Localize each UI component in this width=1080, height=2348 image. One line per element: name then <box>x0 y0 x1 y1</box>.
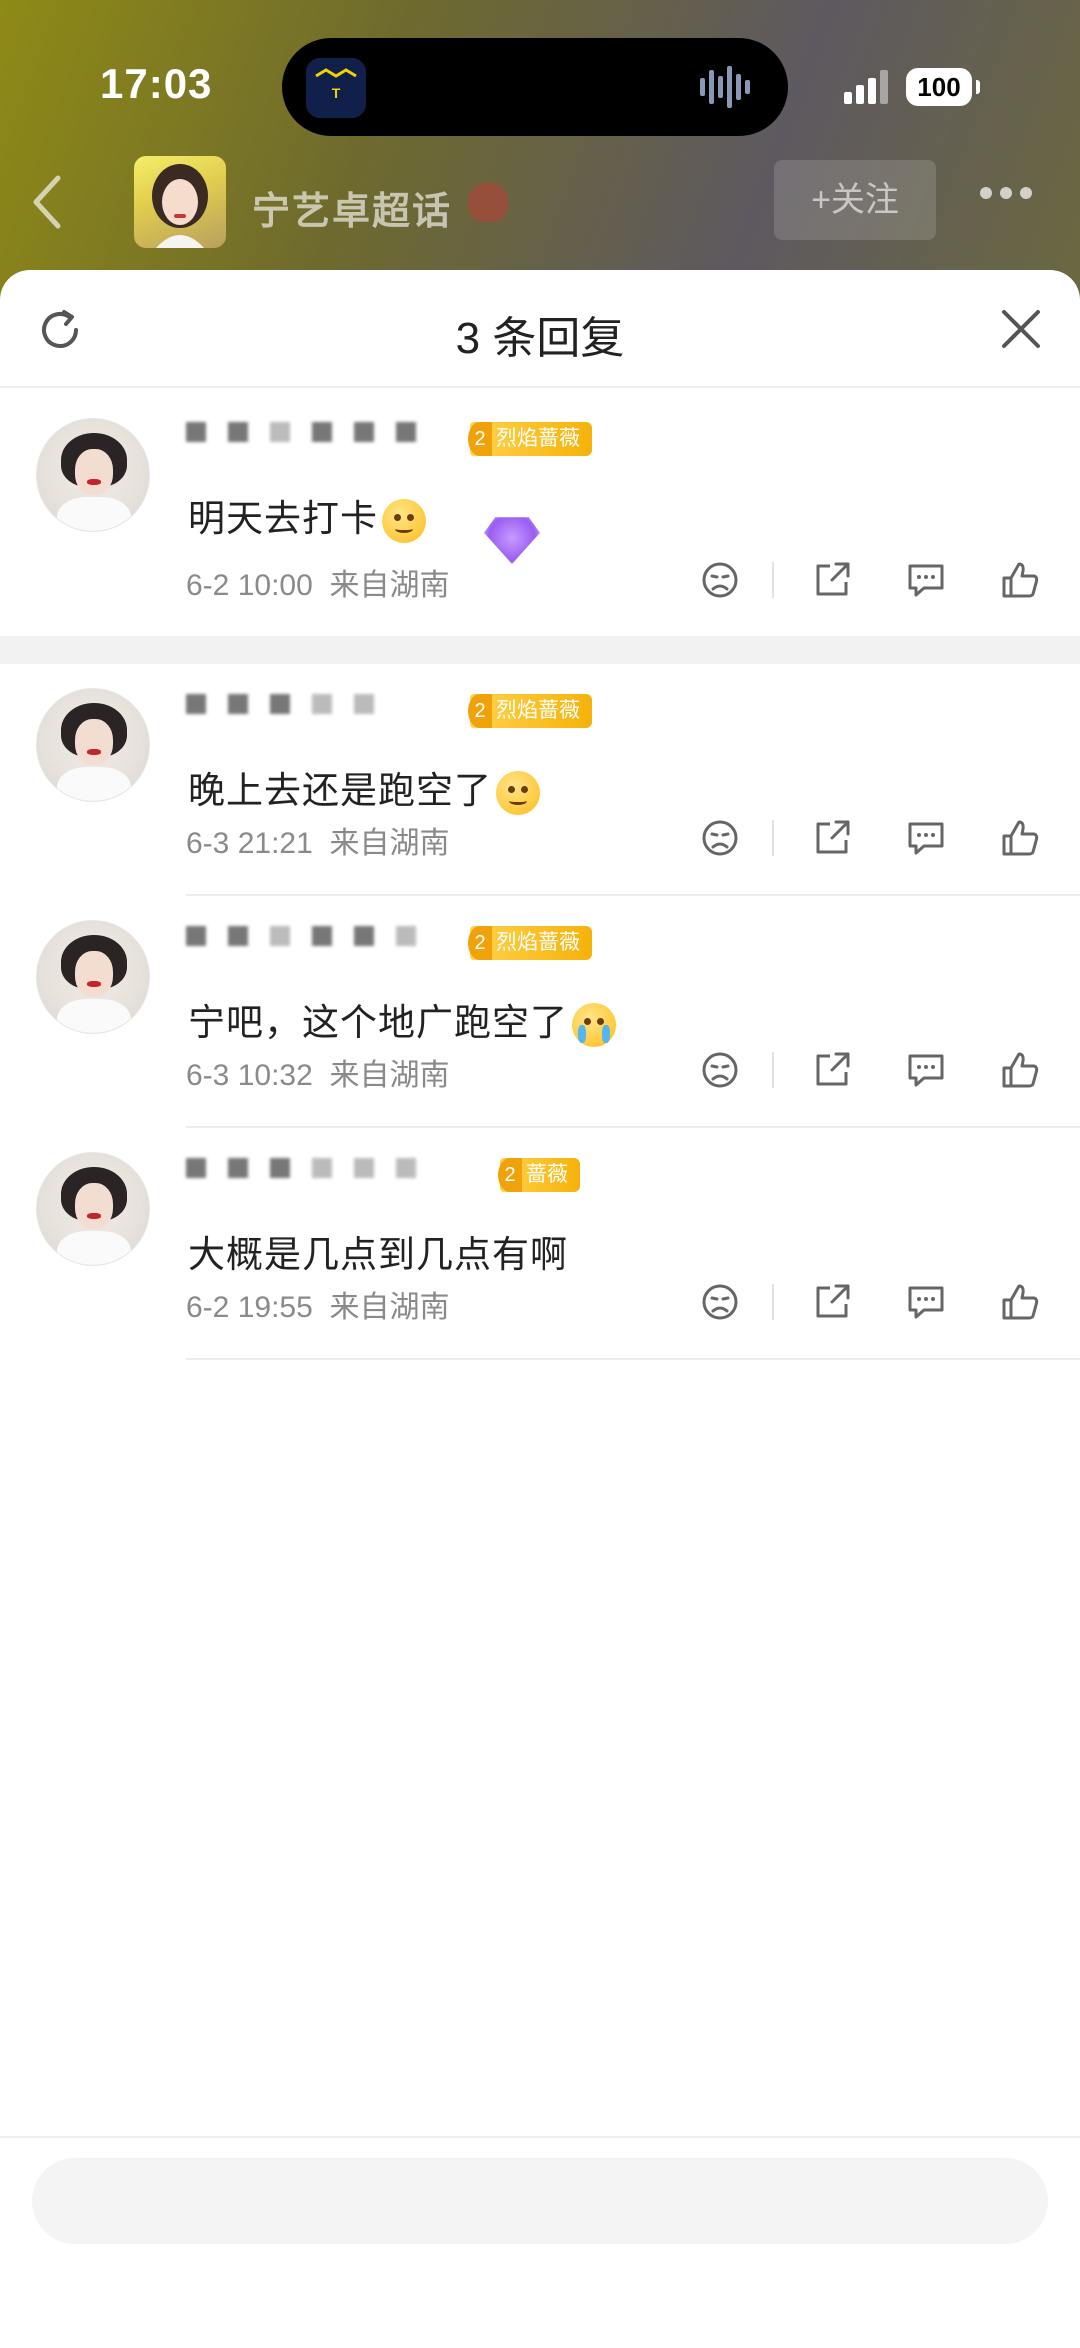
comment-icon[interactable] <box>902 1278 950 1326</box>
reply-input-bar <box>0 2136 1080 2348</box>
reply-text-content: 宁吧，这个地广跑空了 <box>188 1002 568 1043</box>
section-gap <box>0 636 1080 664</box>
reply-text: 晚上去还是跑空了 <box>188 760 540 816</box>
reply-time: 6-2 10:00 <box>186 569 313 602</box>
dislike-icon[interactable] <box>696 1278 744 1326</box>
crying-emoji <box>572 1003 616 1048</box>
reply-text-content: 明天去打卡 <box>188 498 378 539</box>
status-bar: 17:03 T 100 <box>0 0 1080 160</box>
comment-icon[interactable] <box>902 814 950 862</box>
share-icon[interactable] <box>808 556 856 604</box>
gem-sticker-icon <box>484 517 540 564</box>
avatar[interactable] <box>36 688 150 802</box>
status-time: 17:03 <box>100 60 213 107</box>
reply-time: 6-3 10:32 <box>186 1059 313 1092</box>
reply-item[interactable]: 烈焰蔷薇 明天去打卡 6-2 10:00 来自湖南 <box>0 388 1080 606</box>
divider <box>772 1052 774 1088</box>
avatar[interactable] <box>36 920 150 1034</box>
reply-item[interactable]: 蔷薇 大概是几点到几点有啊 6-2 19:55 来自湖南 <box>0 1128 1080 1360</box>
replies-sheet: 3 条回复 烈焰蔷薇 明天去打卡 6-2 10:00 来自湖南 烈焰蔷薇 <box>0 270 1080 2348</box>
back-button[interactable] <box>24 170 72 234</box>
svg-text:T: T <box>332 85 341 101</box>
dynamic-island: T <box>282 38 788 136</box>
topic-level-icon <box>468 182 508 222</box>
username-redacted[interactable] <box>186 926 446 962</box>
dislike-icon[interactable] <box>696 814 744 862</box>
more-dots-icon[interactable] <box>980 186 1044 216</box>
reply-item[interactable]: 烈焰蔷薇 晚上去还是跑空了 6-3 21:21 来自湖南 <box>0 664 1080 896</box>
reply-actions <box>690 1278 1050 1328</box>
reply-text-content: 晚上去还是跑空了 <box>188 770 492 811</box>
reply-text: 大概是几点到几点有啊 <box>188 1224 568 1278</box>
app-logo-icon: T <box>306 58 366 118</box>
battery-indicator: 100 <box>906 68 980 106</box>
fan-badge: 烈焰蔷薇 <box>468 694 592 728</box>
topic-title[interactable]: 宁艺卓超话 <box>252 180 452 235</box>
share-icon[interactable] <box>808 814 856 862</box>
reply-location: 来自湖南 <box>329 1059 450 1092</box>
close-icon[interactable] <box>998 306 1044 352</box>
share-icon[interactable] <box>808 1278 856 1326</box>
like-icon[interactable] <box>996 1046 1044 1094</box>
dislike-icon[interactable] <box>696 556 744 604</box>
reply-location: 来自湖南 <box>329 1291 450 1324</box>
avatar[interactable] <box>36 1152 150 1266</box>
reply-time: 6-3 21:21 <box>186 827 313 860</box>
topic-avatar[interactable] <box>134 156 226 248</box>
sheet-title: 3 条回复 <box>455 314 625 363</box>
reply-actions <box>690 1046 1050 1096</box>
audio-wave-icon <box>700 66 750 108</box>
reply-input[interactable] <box>32 2158 1048 2244</box>
username-redacted[interactable] <box>186 694 446 730</box>
fan-badge: 烈焰蔷薇 <box>468 422 592 456</box>
divider <box>772 820 774 856</box>
reply-meta: 6-2 10:00 来自湖南 <box>186 560 449 604</box>
avatar[interactable] <box>36 418 150 532</box>
fan-badge: 烈焰蔷薇 <box>468 926 592 960</box>
comment-icon[interactable] <box>902 556 950 604</box>
reply-text-content: 大概是几点到几点有啊 <box>188 1234 568 1275</box>
smile-emoji <box>496 771 540 816</box>
divider <box>772 562 774 598</box>
reply-text: 宁吧，这个地广跑空了 <box>188 992 616 1048</box>
reply-item[interactable]: 烈焰蔷薇 宁吧，这个地广跑空了 6-3 10:32 来自湖南 <box>0 896 1080 1128</box>
username-redacted[interactable] <box>186 1158 446 1194</box>
divider <box>772 1284 774 1320</box>
reply-meta: 6-3 10:32 来自湖南 <box>186 1050 449 1094</box>
reply-text: 明天去打卡 <box>188 488 426 544</box>
signal-icon <box>844 70 888 104</box>
like-icon[interactable] <box>996 556 1044 604</box>
reply-location: 来自湖南 <box>329 827 450 860</box>
topic-nav-bar: 宁艺卓超话 +关注 <box>0 150 1080 260</box>
dislike-icon[interactable] <box>696 1046 744 1094</box>
reply-location: 来自湖南 <box>329 569 450 602</box>
share-icon[interactable] <box>808 1046 856 1094</box>
username-redacted[interactable] <box>186 422 446 458</box>
reply-meta: 6-2 19:55 来自湖南 <box>186 1282 449 1326</box>
like-icon[interactable] <box>996 814 1044 862</box>
reply-actions <box>690 556 1050 606</box>
squinting-laugh-emoji <box>382 499 426 544</box>
comment-icon[interactable] <box>902 1046 950 1094</box>
sheet-header: 3 条回复 <box>0 270 1080 388</box>
reply-meta: 6-3 21:21 来自湖南 <box>186 818 449 862</box>
row-divider <box>186 1358 1080 1360</box>
reply-time: 6-2 19:55 <box>186 1291 313 1324</box>
follow-button[interactable]: +关注 <box>774 160 936 240</box>
like-icon[interactable] <box>996 1278 1044 1326</box>
fan-badge: 蔷薇 <box>498 1158 580 1192</box>
reply-actions <box>690 814 1050 864</box>
